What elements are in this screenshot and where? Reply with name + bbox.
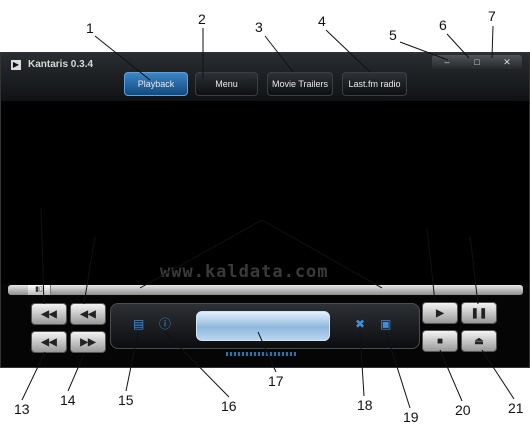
callout-3: 3 [255,19,263,35]
stop-icon: ■ [436,335,444,347]
stop-button[interactable]: ■ [422,330,458,352]
tab-playback[interactable]: Playback [124,72,188,96]
pause-button[interactable]: ❚❚ [461,302,497,324]
callout-7: 7 [488,8,496,24]
eject-button[interactable]: ⏏ [461,330,497,352]
fullscreen-icon[interactable]: ▣ [380,318,391,330]
eject-icon: ⏏ [474,335,484,347]
close-icon[interactable]: ✕ [497,56,517,68]
callout-15: 15 [118,392,134,408]
fast-forward-icon: ▶▶ [80,336,96,348]
callout-6: 6 [439,17,447,33]
tab-movie-trailers[interactable]: Movie Trailers [267,72,333,96]
callout-17: 17 [268,373,284,389]
playlist-icon[interactable]: ▤ [133,318,144,330]
rewind-button[interactable]: ◀◀ [31,303,67,325]
tab-playback-label: Playback [137,79,175,89]
callout-19: 19 [403,409,419,425]
rewind-icon: ◀◀ [41,308,57,320]
now-playing-display [196,311,330,341]
callout-1: 1 [86,20,94,36]
window-title: Kantaris 0.3.4 [28,59,94,70]
tab-lastfm-radio-label: Last.fm radio [348,79,401,89]
info-icon[interactable]: ⓘ [159,318,171,330]
tab-menu[interactable]: Menu [195,72,258,96]
previous-icon: ◀◀ [80,308,96,320]
callout-20: 20 [455,402,471,418]
callout-13: 13 [14,401,30,417]
skip-back-icon: ◀◀ [41,336,57,348]
play-button[interactable]: ▶ [422,302,458,324]
window-controls: – □ ✕ [432,55,522,69]
tab-menu-label: Menu [215,79,238,89]
app-logo-icon: ▶ [11,60,21,70]
callout-16: 16 [221,398,237,414]
video-area[interactable] [1,101,529,284]
pause-icon: ❚❚ [470,307,488,319]
fast-forward-button[interactable]: ▶▶ [70,331,106,353]
skip-back-button[interactable]: ◀◀ [31,331,67,353]
settings-icon[interactable]: ✖ [355,318,365,330]
seek-thumb[interactable]: ▮▯ [28,285,51,295]
watermark: www.kaldata.com [160,262,329,282]
callout-2: 2 [198,11,206,27]
maximize-icon[interactable]: □ [467,56,487,68]
callout-18: 18 [357,397,373,413]
title-bar[interactable]: ▶ Kantaris 0.3.4 Playback Menu Movie Tra… [1,53,529,101]
seek-bar[interactable]: ▮▯ [8,285,523,295]
previous-button[interactable]: ◀◀ [70,303,106,325]
volume-bar[interactable] [226,352,296,356]
play-icon: ▶ [436,307,444,319]
tab-lastfm-radio[interactable]: Last.fm radio [342,72,407,96]
callout-4: 4 [318,13,326,29]
callout-5: 5 [389,27,397,43]
tab-movie-trailers-label: Movie Trailers [271,79,328,89]
callout-21: 21 [508,400,524,416]
minimize-icon[interactable]: – [437,56,457,68]
callout-14: 14 [60,392,76,408]
